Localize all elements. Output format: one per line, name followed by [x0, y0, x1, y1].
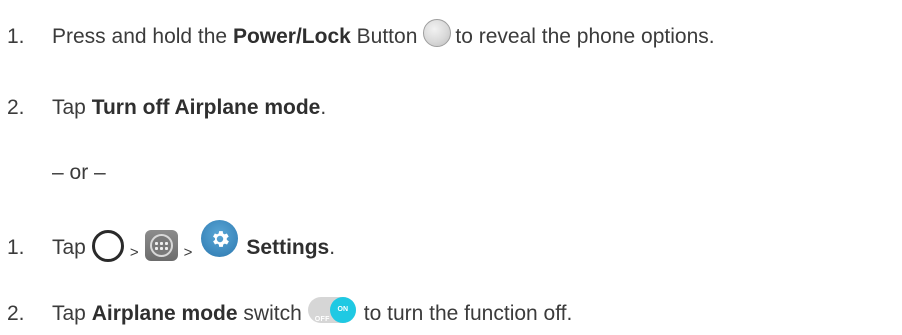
step-text-pre: Tap: [52, 235, 86, 259]
step-bold-text: Airplane mode: [91, 302, 238, 325]
step-text-pre: Tap: [52, 96, 92, 119]
switch-off-label: OFF: [314, 316, 330, 323]
step-text-post: .: [320, 96, 327, 119]
power-button-icon: [423, 19, 452, 47]
home-icon: [91, 229, 124, 262]
step-bold-text: Power/Lock: [232, 25, 351, 48]
chevron-separator: >: [129, 243, 139, 261]
step-number: 1.: [7, 235, 25, 259]
step-text-post: .: [329, 235, 336, 259]
step-b2: 2. Tap Airplane mode switch OFF ON to tu…: [0, 297, 573, 329]
step-text-pre: Press and hold the: [52, 25, 233, 48]
switch-knob: ON: [329, 297, 356, 323]
switch-on-label: ON: [337, 306, 349, 313]
step-bold-text: Turn off Airplane mode: [91, 96, 321, 119]
step-number: 2.: [7, 302, 25, 325]
step-number: 1.: [7, 25, 25, 48]
step-b1: 1. Tap > > Settings .: [0, 220, 336, 266]
step-text-mid: switch: [237, 302, 302, 325]
gear-icon: [212, 230, 229, 247]
step-bold-text: Settings: [246, 235, 330, 259]
or-separator: – or –: [52, 158, 106, 188]
apps-grid-icon: [149, 234, 173, 257]
step-text-mid: Button: [350, 25, 418, 48]
settings-gear-icon: [201, 220, 239, 257]
step-number: 2.: [7, 96, 25, 119]
step-text-post: to turn the function off.: [363, 302, 573, 325]
step-a2: 2. Tap Turn off Airplane mode .: [0, 93, 326, 123]
apps-icon: [144, 230, 178, 261]
chevron-separator: >: [183, 243, 193, 261]
step-text-pre: Tap: [52, 302, 92, 325]
toggle-switch-icon: OFF ON: [307, 297, 356, 323]
step-a1: 1. Press and hold the Power/Lock Button …: [0, 19, 715, 52]
separator-text: – or –: [52, 161, 106, 184]
step-text-post: to reveal the phone options.: [455, 25, 715, 48]
